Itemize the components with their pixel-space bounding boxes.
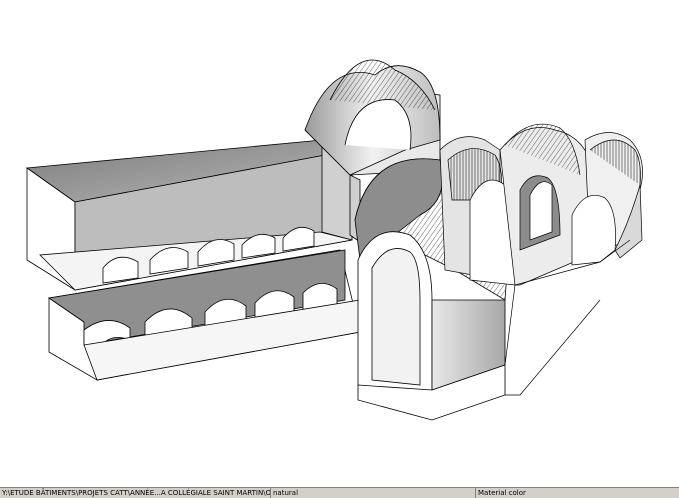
3d-viewport[interactable]	[0, 0, 679, 487]
status-lighting-mode: natural	[270, 488, 475, 498]
status-file-path: Y:\ETUDE BÂTIMENTS\PROJETS CATT\ANNÉE...…	[2, 489, 270, 497]
status-color-mode: Material color	[475, 488, 679, 498]
church-model-render	[25, 59, 643, 421]
status-bar: Y:\ETUDE BÂTIMENTS\PROJETS CATT\ANNÉE...…	[0, 487, 679, 498]
